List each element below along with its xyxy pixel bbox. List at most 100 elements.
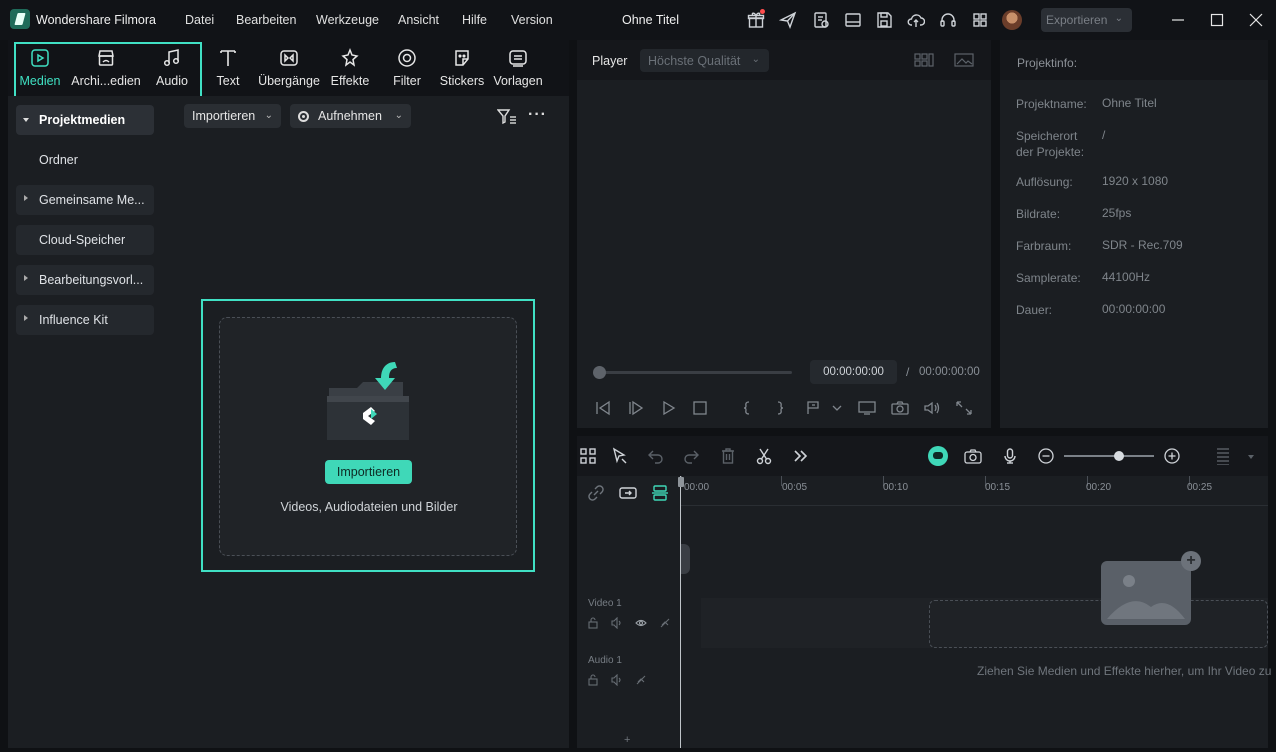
eye-icon[interactable] xyxy=(635,617,647,629)
quality-value: Höchste Qualität xyxy=(648,53,741,68)
record-dropdown[interactable]: Aufnehmen ⌄ xyxy=(290,104,411,128)
sort-filter-icon[interactable] xyxy=(496,108,517,126)
sidebar-item-projektmedien[interactable]: Projektmedien xyxy=(16,105,154,135)
ai-assistant-icon[interactable] xyxy=(928,446,948,466)
user-avatar[interactable] xyxy=(1002,10,1022,30)
info-key-dauer: Dauer: xyxy=(1016,303,1053,317)
sidebar-item-gemeinsame-medien[interactable]: Gemeinsame Me... xyxy=(16,185,154,215)
delete-icon[interactable] xyxy=(719,447,737,465)
current-timecode[interactable]: 00:00:00:00 xyxy=(810,360,897,384)
track-layout-icon[interactable] xyxy=(1214,447,1232,466)
tab-filter[interactable]: Filter xyxy=(392,46,422,94)
undo-icon[interactable] xyxy=(647,447,665,465)
select-tool-icon[interactable] xyxy=(611,447,629,465)
sidebar-item-influence-kit[interactable]: Influence Kit xyxy=(16,305,154,335)
info-value-speicherort: / xyxy=(1102,128,1106,142)
next-frame-icon[interactable] xyxy=(627,400,645,416)
volume-icon[interactable] xyxy=(923,400,941,416)
more-options-icon[interactable]: ··· xyxy=(528,106,547,124)
maximize-icon[interactable] xyxy=(1207,10,1227,30)
playback-scrubber[interactable] xyxy=(593,366,606,379)
speaker-icon[interactable] xyxy=(611,673,623,687)
menu-werkzeuge[interactable]: Werkzeuge xyxy=(316,13,379,27)
zoom-out-icon[interactable] xyxy=(1037,447,1055,465)
playback-progress-bar[interactable] xyxy=(599,371,792,374)
add-media-icon[interactable]: + xyxy=(1181,551,1201,571)
gift-icon[interactable] xyxy=(747,9,765,29)
marker-icon[interactable] xyxy=(804,400,822,416)
tab-audio[interactable]: Audio xyxy=(153,46,191,94)
document-check-icon[interactable] xyxy=(812,11,830,29)
grid-view-icon[interactable] xyxy=(914,53,934,67)
link-icon[interactable] xyxy=(587,484,605,502)
play-icon[interactable] xyxy=(659,400,677,416)
lock-icon[interactable] xyxy=(587,617,599,629)
playhead-handle[interactable] xyxy=(678,477,684,487)
menu-datei[interactable]: Datei xyxy=(185,13,214,27)
send-icon[interactable] xyxy=(778,11,797,29)
caret-down-icon[interactable] xyxy=(1242,447,1254,465)
cloud-upload-icon[interactable] xyxy=(907,11,926,29)
double-chevron-right-icon[interactable] xyxy=(791,447,809,465)
sidebar-item-label: Cloud-Speicher xyxy=(39,233,126,247)
stop-icon[interactable] xyxy=(691,400,709,416)
tab-medien[interactable]: Medien xyxy=(18,46,62,94)
layout-grid-icon[interactable] xyxy=(579,447,597,465)
speaker-icon[interactable] xyxy=(611,616,623,630)
close-icon[interactable] xyxy=(1246,10,1266,30)
tab-text[interactable]: Text xyxy=(213,46,243,94)
sidebar-item-label: Projektmedien xyxy=(39,113,126,127)
menu-bearbeiten[interactable]: Bearbeiten xyxy=(236,13,296,27)
hide-icon[interactable] xyxy=(659,617,671,629)
camera-effect-icon[interactable] xyxy=(964,447,982,465)
zoom-slider-handle[interactable] xyxy=(1114,451,1124,461)
timeline-ruler[interactable]: 00:00 00:05 00:10 00:15 00:20 00:25 xyxy=(681,476,1268,506)
chevron-down-icon: ⌄ xyxy=(264,110,273,121)
track-resize-handle[interactable] xyxy=(680,544,690,574)
tab-effekte[interactable]: Effekte xyxy=(330,46,370,94)
tab-vorlagen[interactable]: Vorlagen xyxy=(493,46,543,94)
save-icon[interactable] xyxy=(875,11,893,29)
zoom-slider-track[interactable] xyxy=(1064,455,1154,457)
import-dropzone[interactable]: Importieren Videos, Audiodateien und Bil… xyxy=(219,317,517,556)
sidebar-item-cloud-speicher[interactable]: Cloud-Speicher xyxy=(16,225,154,255)
mark-in-icon[interactable] xyxy=(738,400,756,416)
display-icon[interactable] xyxy=(858,400,876,416)
magnet-track-icon[interactable] xyxy=(651,484,669,502)
layout-icon[interactable] xyxy=(844,11,862,29)
quality-dropdown[interactable]: Höchste Qualität ⌄ xyxy=(640,49,769,72)
menu-version[interactable]: Version xyxy=(511,13,553,27)
tab-uebergaenge[interactable]: Übergänge xyxy=(258,46,320,94)
minimize-icon[interactable] xyxy=(1168,10,1188,30)
audio-track-controls xyxy=(587,673,647,687)
menu-ansicht[interactable]: Ansicht xyxy=(398,13,439,27)
image-icon[interactable] xyxy=(954,53,974,67)
menu-hilfe[interactable]: Hilfe xyxy=(462,13,487,27)
timeline-drop-zone[interactable] xyxy=(929,600,1268,648)
mark-out-icon[interactable] xyxy=(771,400,789,416)
previous-frame-icon[interactable] xyxy=(594,400,612,416)
chevron-down-icon: ⌄ xyxy=(751,54,760,65)
track-group-icon[interactable] xyxy=(619,484,637,502)
snapshot-icon[interactable] xyxy=(891,400,909,416)
add-track-button[interactable]: + xyxy=(624,734,630,746)
zoom-in-icon[interactable] xyxy=(1163,447,1181,465)
import-button[interactable]: Importieren xyxy=(325,460,412,484)
chevron-down-icon[interactable] xyxy=(828,400,842,416)
export-button[interactable]: Exportieren ⌄ xyxy=(1041,8,1132,32)
apps-grid-icon[interactable] xyxy=(971,11,989,29)
headset-icon[interactable] xyxy=(939,11,957,29)
tab-archiv-medien[interactable]: Archi...edien xyxy=(71,46,141,94)
import-dropdown[interactable]: Importieren ⌄ xyxy=(184,104,281,128)
scissors-icon[interactable] xyxy=(755,447,773,465)
redo-icon[interactable] xyxy=(682,447,700,465)
microphone-icon[interactable] xyxy=(1001,447,1019,465)
lock-icon[interactable] xyxy=(587,674,599,686)
playhead[interactable] xyxy=(680,476,681,748)
sidebar-item-ordner[interactable]: Ordner xyxy=(16,145,154,175)
tab-stickers[interactable]: Stickers xyxy=(440,46,484,94)
sidebar-item-bearbeitungsvorlagen[interactable]: Bearbeitungsvorl... xyxy=(16,265,154,295)
fullscreen-icon[interactable] xyxy=(955,400,973,416)
filter-icon xyxy=(396,47,418,69)
hide-icon[interactable] xyxy=(635,674,647,686)
